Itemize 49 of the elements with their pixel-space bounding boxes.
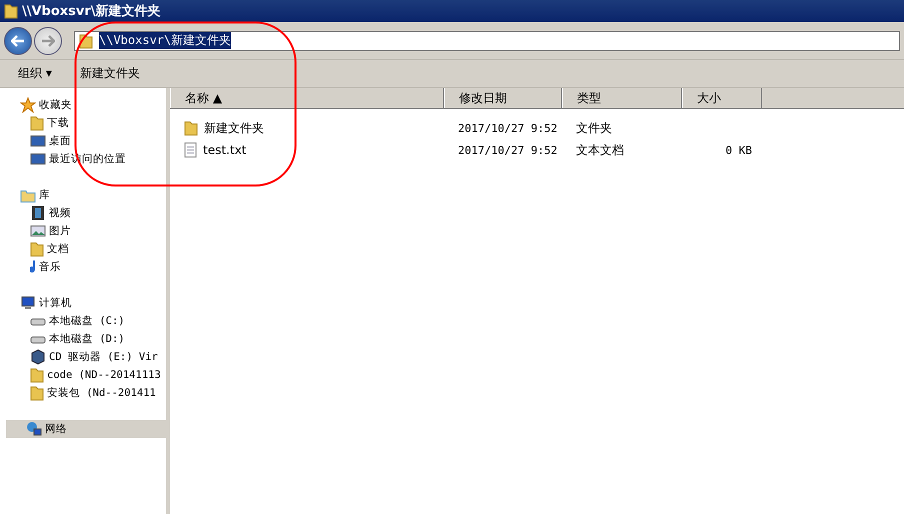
folder-icon xyxy=(30,385,44,401)
table-cell-text: 2017/10/27 9:52 xyxy=(457,144,558,156)
column-header[interactable]: 修改日期 xyxy=(444,88,562,108)
back-button[interactable] xyxy=(4,26,32,54)
network-icon xyxy=(26,421,42,437)
nav-item[interactable]: 视频 xyxy=(0,204,166,222)
nav-item[interactable]: 图片 xyxy=(0,222,166,240)
nav-item[interactable]: 音乐 xyxy=(0,258,166,276)
forward-button[interactable] xyxy=(34,26,62,54)
computer-icon xyxy=(20,295,36,311)
nav-item[interactable]: 计算机 xyxy=(0,294,166,312)
folder-icon xyxy=(4,3,18,19)
nav-item[interactable]: 收藏夹 xyxy=(0,96,166,114)
nav-item[interactable]: 下载 xyxy=(0,114,166,132)
nav-item[interactable]: CD 驱动器 (E:) Vir xyxy=(0,348,166,366)
table-cell-text: 2017/10/27 9:52 xyxy=(457,122,558,134)
star-icon xyxy=(20,97,36,113)
document-icon xyxy=(184,142,197,158)
nav-item[interactable]: 网络 xyxy=(6,420,166,438)
nav-item[interactable]: 本地磁盘 (C:) xyxy=(0,312,166,330)
column-header[interactable]: 名称 ▲ xyxy=(170,88,444,108)
nav-item[interactable]: code (ND--20141113 xyxy=(0,366,166,384)
monitor-icon xyxy=(30,133,46,149)
picture-icon xyxy=(30,223,46,239)
table-cell-text: 0 KB xyxy=(724,144,753,156)
toolbar-button[interactable]: 新建文件夹 xyxy=(70,62,150,85)
film-icon xyxy=(30,205,46,221)
back-arrow-icon xyxy=(11,34,25,46)
toolbar-button[interactable]: 组织 ▾ xyxy=(8,62,62,85)
nav-item[interactable]: 安装包 (Nd--201411 xyxy=(0,384,166,402)
column-header[interactable]: 大小 xyxy=(682,88,762,108)
folder-icon xyxy=(30,241,44,257)
window-title: \\Vboxsvr\新建文件夹 xyxy=(22,2,161,20)
music-note-icon xyxy=(30,260,36,274)
folder-icon xyxy=(184,120,198,136)
table-cell-text: 文件夹 xyxy=(575,120,613,136)
table-cell: 新建文件夹 xyxy=(170,120,444,136)
folder-icon xyxy=(30,115,44,131)
nav-item[interactable]: 库 xyxy=(0,186,166,204)
nav-item[interactable]: 桌面 xyxy=(0,132,166,150)
nav-item[interactable]: 本地磁盘 (D:) xyxy=(0,330,166,348)
folder-icon xyxy=(30,367,44,383)
monitor-icon xyxy=(30,151,46,167)
address-field[interactable]: \\Vboxsvr\新建文件夹 xyxy=(74,30,900,50)
forward-arrow-icon xyxy=(41,34,55,46)
table-cell-text: 文本文档 xyxy=(575,142,625,158)
nav-item[interactable]: 文档 xyxy=(0,240,166,258)
table-cell: test.txt xyxy=(170,142,444,158)
column-header[interactable]: 类型 xyxy=(562,88,682,108)
